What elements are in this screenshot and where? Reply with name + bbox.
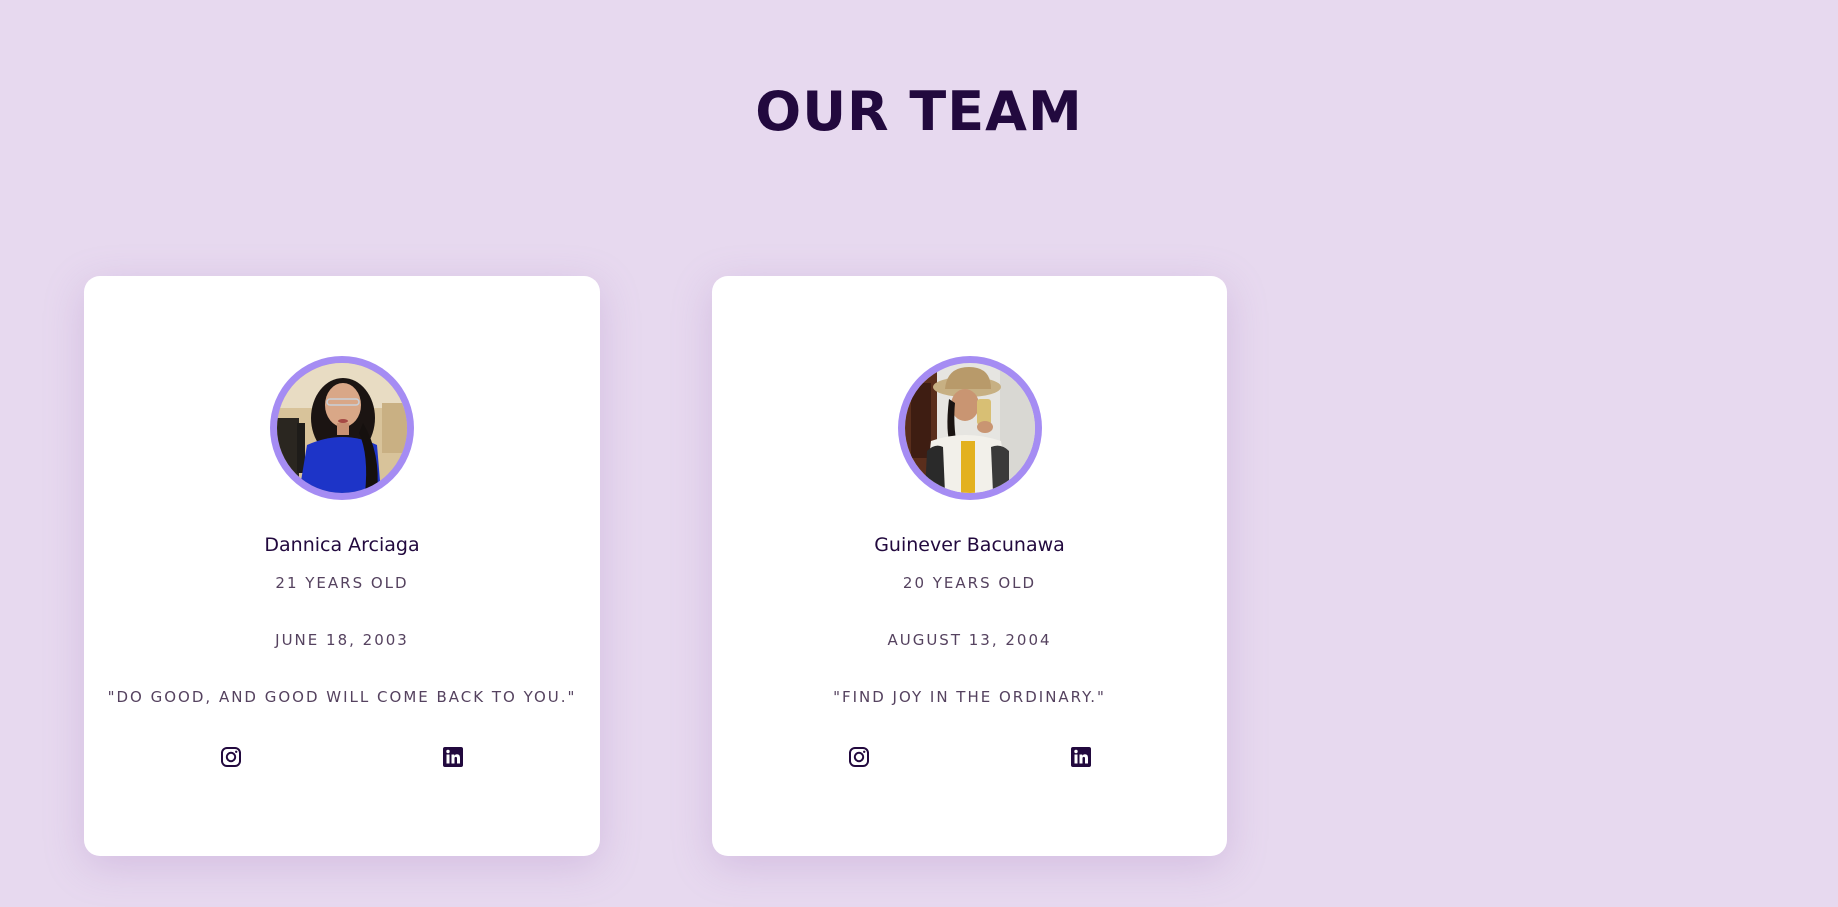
member-name: Dannica Arciaga xyxy=(264,534,420,556)
member-quote: "DO GOOD, AND GOOD WILL COME BACK TO YOU… xyxy=(107,688,577,706)
avatar xyxy=(270,356,414,500)
instagram-icon[interactable] xyxy=(848,746,870,768)
team-member-card: Dannica Arciaga 21 YEARS OLD JUNE 18, 20… xyxy=(84,276,600,856)
avatar xyxy=(897,356,1042,500)
profile-photo xyxy=(277,363,407,493)
page-title: OUR TEAM xyxy=(755,80,1083,143)
linkedin-icon[interactable] xyxy=(1070,746,1092,768)
member-age: 21 YEARS OLD xyxy=(275,574,409,592)
member-birthday: JUNE 18, 2003 xyxy=(275,631,409,649)
member-age: 20 YEARS OLD xyxy=(902,574,1037,592)
profile-photo xyxy=(904,363,1035,493)
instagram-icon[interactable] xyxy=(220,746,242,768)
member-birthday: AUGUST 13, 2004 xyxy=(887,631,1052,649)
member-quote: "FIND JOY IN THE ORDINARY." xyxy=(833,688,1106,706)
team-member-card: Guinever Bacunawa 20 YEARS OLD AUGUST 13… xyxy=(712,276,1227,856)
linkedin-icon[interactable] xyxy=(442,746,464,768)
member-name: Guinever Bacunawa xyxy=(874,534,1065,556)
